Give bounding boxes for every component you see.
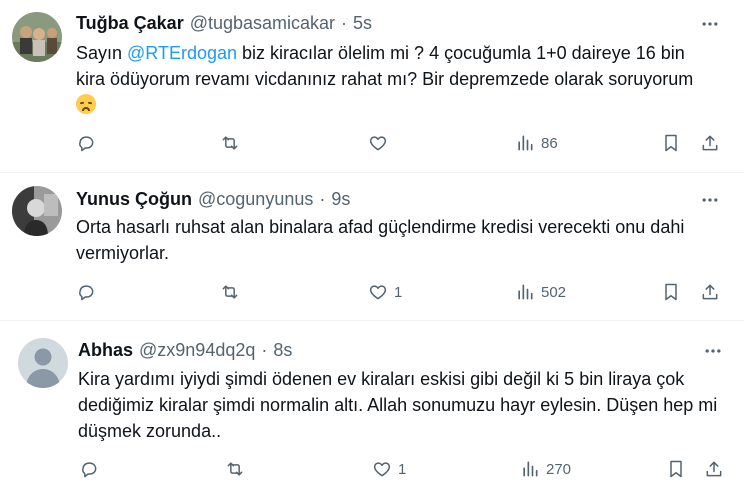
disappointed-face-emoji-icon [76, 94, 96, 114]
analytics-icon [518, 135, 533, 151]
tweet-text-before: Sayın [76, 43, 128, 63]
tweet-text: Orta hasarlı ruhsat alan binalara afad g… [76, 217, 685, 263]
more-options-icon[interactable] [699, 13, 721, 35]
views-button[interactable]: 86 [515, 131, 558, 155]
retweet-button[interactable] [220, 280, 246, 304]
tweet-header: Yunus Çoğun @cogunyunus · 9s [76, 189, 350, 210]
share-icon [706, 461, 722, 477]
retweet-button[interactable] [220, 131, 246, 155]
tweet-text: Sayın @RTErdogan biz kiracılar ölelim mi… [76, 40, 716, 118]
display-name[interactable]: Yunus Çoğun [76, 189, 192, 210]
like-count: 1 [394, 283, 403, 301]
like-button[interactable]: 1 [372, 457, 406, 481]
tweet-header: Abhas @zx9n94dq2q · 8s [78, 340, 292, 361]
tweet[interactable]: Abhas @zx9n94dq2q · 8s Kira yardımı iyiy… [0, 321, 744, 503]
user-handle[interactable]: @tugbasamicakar [190, 13, 335, 34]
timestamp[interactable]: 5s [353, 13, 372, 34]
avatar[interactable] [12, 186, 62, 236]
share-icon [702, 135, 718, 151]
views-button[interactable]: 502 [515, 280, 566, 304]
retweet-icon [222, 285, 238, 299]
timestamp[interactable]: 8s [273, 340, 292, 361]
tweet-actions: 86 [0, 131, 744, 155]
view-count: 270 [546, 460, 572, 478]
retweet-icon [227, 462, 243, 476]
timestamp[interactable]: 9s [331, 189, 350, 210]
like-count: 1 [398, 460, 407, 478]
heart-icon [373, 462, 391, 477]
user-handle[interactable]: @cogunyunus [198, 189, 313, 210]
share-button[interactable] [700, 131, 720, 155]
share-icon [702, 284, 718, 300]
views-button[interactable]: 270 [520, 457, 571, 481]
separator-dot: · [261, 340, 268, 360]
share-button[interactable] [700, 280, 720, 304]
tweet[interactable]: Tuğba Çakar @tugbasamicakar · 5s Sayın @… [0, 0, 744, 172]
bookmark-icon [665, 134, 677, 152]
user-handle[interactable]: @zx9n94dq2q [139, 340, 255, 361]
view-count: 502 [541, 283, 567, 301]
like-button[interactable]: 1 [368, 280, 402, 304]
reply-button[interactable] [76, 131, 102, 155]
bookmark-button[interactable] [661, 131, 681, 155]
bookmark-button[interactable] [661, 280, 681, 304]
display-name[interactable]: Abhas [78, 340, 133, 361]
share-button[interactable] [704, 457, 724, 481]
mention-link[interactable]: @RTErdogan [127, 43, 237, 63]
reply-icon [79, 285, 94, 301]
bookmark-icon [665, 283, 677, 301]
analytics-icon [523, 461, 538, 477]
avatar[interactable] [12, 12, 62, 62]
tweet-feed: Tuğba Çakar @tugbasamicakar · 5s Sayın @… [0, 0, 744, 503]
tweet-actions: 1 270 [0, 457, 744, 481]
retweet-button[interactable] [225, 457, 251, 481]
reply-button[interactable] [76, 280, 102, 304]
tweet-actions: 1 502 [0, 280, 744, 304]
tweet[interactable]: Yunus Çoğun @cogunyunus · 9s Orta hasarl… [0, 173, 744, 320]
more-options-icon[interactable] [699, 189, 721, 211]
like-button[interactable] [368, 131, 394, 155]
bookmark-button[interactable] [666, 457, 686, 481]
separator-dot: · [341, 13, 348, 33]
heart-icon [369, 285, 387, 300]
retweet-icon [222, 136, 238, 150]
more-options-icon[interactable] [702, 340, 724, 362]
analytics-icon [518, 284, 533, 300]
tweet-text: Kira yardımı iyiydi şimdi ödenen ev kira… [78, 369, 718, 441]
default-avatar-icon[interactable] [18, 338, 68, 388]
heart-icon [369, 136, 387, 151]
reply-icon [82, 462, 97, 478]
reply-icon [79, 136, 94, 152]
reply-button[interactable] [79, 457, 105, 481]
separator-dot: · [319, 189, 326, 209]
view-count: 86 [541, 134, 558, 152]
bookmark-icon [670, 460, 682, 478]
tweet-header: Tuğba Çakar @tugbasamicakar · 5s [76, 13, 372, 34]
display-name[interactable]: Tuğba Çakar [76, 13, 184, 34]
